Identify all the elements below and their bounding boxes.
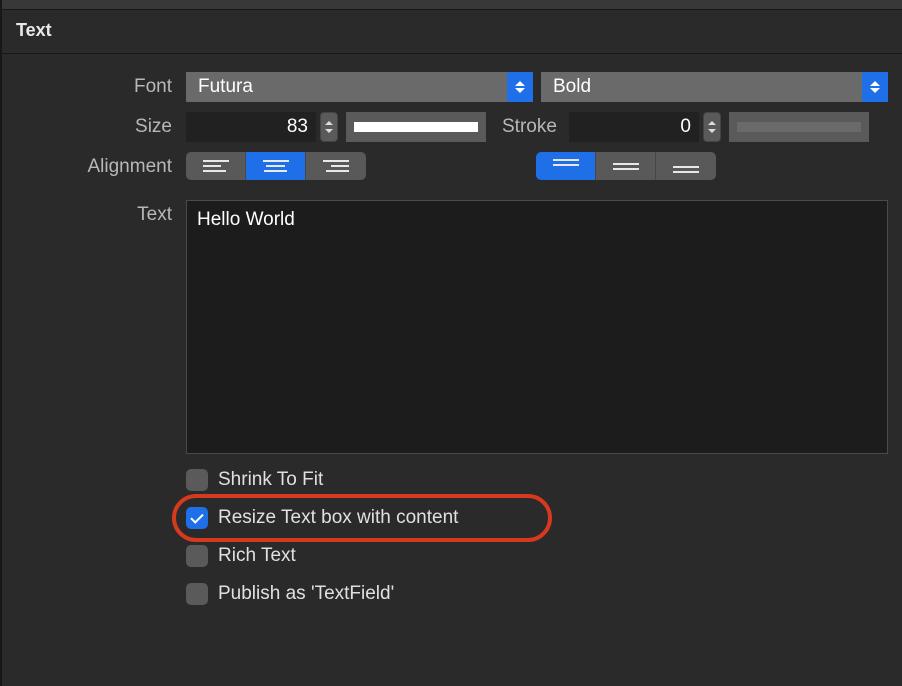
publish-textfield-checkbox[interactable] [186,583,208,605]
size-stepper[interactable] [320,112,338,142]
checkmark-icon [190,510,203,523]
align-right-icon [323,160,349,172]
valign-middle-button[interactable] [596,152,656,180]
font-family-dropdown[interactable]: Futura [186,72,533,102]
text-content-input[interactable] [186,200,888,454]
text-label: Text [16,200,186,230]
resize-textbox-checkbox[interactable] [186,507,208,529]
valign-bottom-icon [673,159,699,173]
font-weight-value: Bold [541,72,862,102]
shrink-to-fit-checkbox[interactable] [186,469,208,491]
stroke-color-well[interactable] [729,112,869,142]
rich-text-checkbox[interactable] [186,545,208,567]
align-left-icon [203,160,229,172]
stroke-color-swatch [737,122,861,132]
resize-textbox-label: Resize Text box with content [218,507,458,529]
align-center-button[interactable] [246,152,306,180]
fill-color-swatch [354,122,478,132]
fill-color-well[interactable] [346,112,486,142]
font-label: Font [16,72,186,102]
valign-top-button[interactable] [536,152,596,180]
align-center-icon [263,160,289,172]
font-weight-dropdown[interactable]: Bold [541,72,888,102]
updown-chevrons-icon [862,72,888,102]
stroke-stepper[interactable] [703,112,721,142]
rich-text-label: Rich Text [218,545,296,567]
panel-top-divider [2,0,902,10]
section-header: Text [2,10,902,54]
text-inspector-panel: Text Font Futura Bold Size [0,0,902,686]
size-label: Size [16,112,186,142]
stroke-label: Stroke [494,116,561,138]
updown-chevrons-icon [507,72,533,102]
shrink-to-fit-label: Shrink To Fit [218,469,323,491]
font-family-value: Futura [186,72,507,102]
valign-middle-icon [613,159,639,173]
alignment-label: Alignment [16,152,186,182]
vertical-alignment-segmented [536,152,716,180]
section-title: Text [16,20,888,41]
size-input[interactable] [186,112,316,142]
publish-textfield-label: Publish as 'TextField' [218,583,394,605]
stroke-input[interactable] [569,112,699,142]
align-left-button[interactable] [186,152,246,180]
valign-bottom-button[interactable] [656,152,716,180]
align-right-button[interactable] [306,152,366,180]
valign-top-icon [553,159,579,173]
horizontal-alignment-segmented [186,152,366,180]
